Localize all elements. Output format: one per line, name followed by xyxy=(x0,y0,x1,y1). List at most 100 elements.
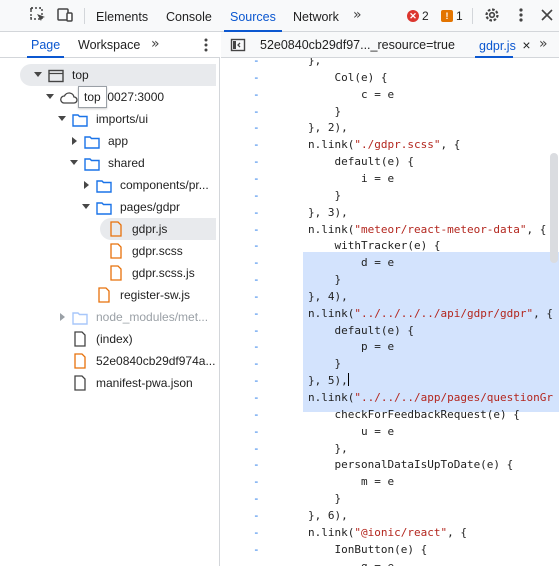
gear-icon[interactable] xyxy=(483,6,501,24)
code-view[interactable]: -}, - Col(e) {- c = e- } -}, 2), - n.link(".… xyxy=(221,58,559,566)
tree-item[interactable]: gdpr.scss xyxy=(0,240,219,262)
tree-item[interactable]: node_modules/met... xyxy=(0,306,219,328)
close-devtools-icon[interactable] xyxy=(538,6,556,24)
chevron-down-icon[interactable] xyxy=(58,116,66,121)
coverage-gutter-marker: - xyxy=(253,323,260,337)
code-text: }, xyxy=(308,441,348,455)
navigator-more-options-icon[interactable] xyxy=(197,36,215,54)
tree-item-label: top xyxy=(72,68,89,82)
coverage-gutter-marker: - xyxy=(253,239,260,253)
inspect-element-icon[interactable] xyxy=(29,6,47,24)
coverage-gutter-marker: - xyxy=(253,475,260,489)
tree-item[interactable]: register-sw.js xyxy=(0,284,219,306)
coverage-gutter-marker: - xyxy=(253,508,260,522)
folder-icon xyxy=(72,112,88,127)
tree-item[interactable]: gdpr.scss.js xyxy=(0,262,219,284)
tab-console[interactable]: Console xyxy=(166,0,212,32)
code-text: n.link("meteor/react-meteor-data", { xyxy=(308,222,547,236)
tree-item[interactable]: top xyxy=(20,64,216,86)
code-text: m = e xyxy=(308,475,395,489)
code-text: } xyxy=(308,492,342,506)
tree-item[interactable]: components/pr... xyxy=(0,174,219,196)
editor-tab-gdpr-js[interactable]: gdpr.js × xyxy=(475,32,531,58)
code-text: personalDataIsUpToDate(e) { xyxy=(308,458,514,472)
coverage-gutter-marker: - xyxy=(253,525,260,539)
chevron-right-icon[interactable] xyxy=(84,181,89,189)
toggle-navigator-icon[interactable] xyxy=(229,36,247,54)
coverage-gutter-marker: - xyxy=(253,391,260,404)
tree-item-label: shared xyxy=(108,156,145,170)
string-literal: "./gdpr.scss" xyxy=(354,138,441,152)
close-tab-icon[interactable]: × xyxy=(522,37,530,53)
code-text: } xyxy=(308,188,342,202)
tab-workspace[interactable]: Workspace xyxy=(78,32,140,58)
more-navigator-tabs-icon[interactable]: » xyxy=(151,36,159,52)
coverage-gutter-marker: - xyxy=(253,70,260,84)
text-cursor xyxy=(347,373,349,387)
tree-item[interactable]: gdpr.js xyxy=(100,218,216,240)
device-toolbar-icon[interactable] xyxy=(56,6,74,24)
coverage-gutter-marker: - xyxy=(253,559,260,566)
frame-icon xyxy=(48,68,64,83)
tree-item[interactable]: (index) xyxy=(0,328,219,350)
code-text: n.link("@ionic/react", { xyxy=(308,525,467,539)
tree-item[interactable]: imports/ui xyxy=(0,108,219,130)
tab-elements[interactable]: Elements xyxy=(96,0,148,32)
errors-badge[interactable]: ✕ 2 xyxy=(407,9,429,23)
tree-item-label: components/pr... xyxy=(120,178,209,192)
code-line: - n.link("../../../../api/gdpr/gdpr", { xyxy=(221,305,559,322)
coverage-gutter-marker: - xyxy=(253,407,260,421)
editor-tab-resource[interactable]: 52e0840cb29df97..._resource=true xyxy=(260,32,455,58)
code-line: -}, 3), xyxy=(221,204,559,221)
tree-item-label: node_modules/met... xyxy=(96,310,209,324)
code-text: Col(e) { xyxy=(308,70,388,84)
code-line: - n.link("meteor/react-meteor-data", { xyxy=(221,221,559,238)
chevron-down-icon[interactable] xyxy=(34,72,42,77)
chevron-right-icon[interactable] xyxy=(60,313,65,321)
code-text: default(e) { xyxy=(308,155,414,169)
coverage-gutter-marker: - xyxy=(253,171,260,185)
code-line: - } xyxy=(221,271,559,288)
editor-tab-label: gdpr.js xyxy=(479,39,516,53)
code-line: -}, 2), xyxy=(221,119,559,136)
coverage-gutter-marker: - xyxy=(253,374,260,388)
more-options-icon[interactable] xyxy=(512,6,530,24)
tree-item[interactable]: pages/gdpr xyxy=(0,196,219,218)
code-line: - } xyxy=(221,187,559,204)
code-text: }, 3), xyxy=(308,205,348,219)
code-line: - d = e xyxy=(221,254,559,271)
code-line: - m = e xyxy=(221,473,559,490)
script-file-icon xyxy=(108,243,124,259)
code-line: - default(e) { xyxy=(221,322,559,339)
tab-sources[interactable]: Sources xyxy=(224,0,282,32)
coverage-gutter-marker: - xyxy=(253,256,260,270)
tree-item[interactable]: manifest-pwa.json xyxy=(0,372,219,394)
code-text: }, 2), xyxy=(308,121,348,135)
chevron-down-icon[interactable] xyxy=(70,160,78,165)
code-line: -}, 4), xyxy=(221,288,559,305)
folder-icon xyxy=(84,134,100,149)
coverage-gutter-marker: - xyxy=(253,155,260,169)
tooltip: top xyxy=(78,86,107,108)
chevron-down-icon[interactable] xyxy=(46,94,54,99)
tab-page[interactable]: Page xyxy=(26,32,65,58)
more-tabs-chevron-icon[interactable]: » xyxy=(353,7,361,23)
more-editor-tabs-icon[interactable]: » xyxy=(539,36,547,52)
tree-item[interactable]: -lnx-0027:3000 xyxy=(0,86,219,108)
tree-item-label: gdpr.scss.js xyxy=(132,266,195,280)
tree-item-label: imports/ui xyxy=(96,112,149,126)
tree-item[interactable]: shared xyxy=(0,152,219,174)
code-line: - }, xyxy=(221,440,559,457)
code-line: - c = e xyxy=(221,86,559,103)
editor-scrollbar[interactable] xyxy=(550,153,558,263)
tab-network[interactable]: Network xyxy=(293,0,339,32)
code-line: - Col(e) { xyxy=(221,69,559,86)
code-line: - g = e xyxy=(221,558,559,566)
code-text: n.link("../../../app/pages/questionGr xyxy=(308,391,554,404)
tree-item[interactable]: app xyxy=(0,130,219,152)
script-file-icon xyxy=(72,353,88,369)
chevron-down-icon[interactable] xyxy=(82,204,90,209)
warnings-badge[interactable]: ! 1 xyxy=(441,9,463,23)
chevron-right-icon[interactable] xyxy=(72,137,77,145)
tree-item[interactable]: 52e0840cb29df974a... xyxy=(0,350,219,372)
